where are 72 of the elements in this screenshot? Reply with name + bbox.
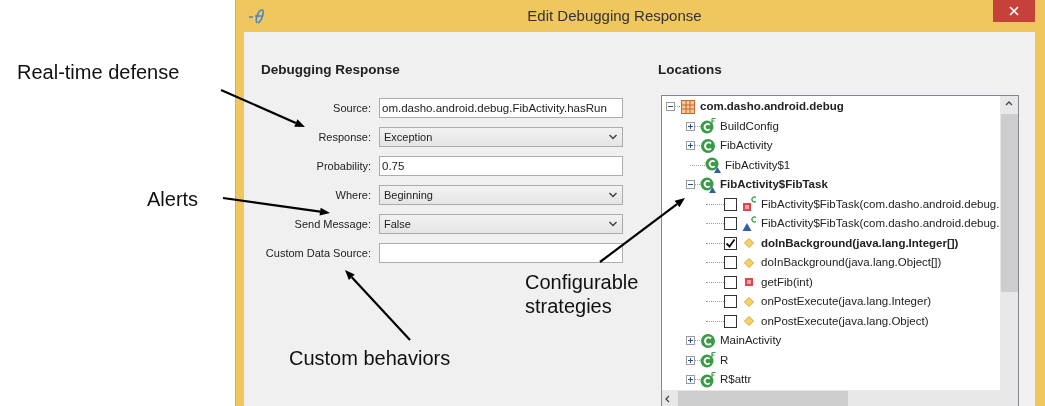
- expand-toggle[interactable]: [686, 141, 695, 151]
- tree-item[interactable]: R: [720, 351, 729, 369]
- tree-item[interactable]: MainActivity: [720, 332, 782, 350]
- class-icon: [700, 118, 716, 135]
- tree-item[interactable]: BuildConfig: [720, 117, 779, 135]
- dropdown[interactable]: Beginning: [379, 185, 623, 205]
- package-icon: [680, 98, 696, 115]
- tree-item[interactable]: FibActivity$1: [725, 156, 791, 174]
- expand-toggle[interactable]: [666, 102, 675, 112]
- plus-icon: [687, 122, 694, 130]
- tree-item[interactable]: com.dasho.android.debug: [700, 98, 844, 116]
- class-icon: [700, 352, 716, 369]
- tree-item[interactable]: FibActivity: [720, 137, 773, 155]
- input-field[interactable]: 0.75: [379, 156, 623, 176]
- chevron-down-icon: [608, 191, 618, 199]
- field-label: Response:: [317, 130, 371, 145]
- tree-item[interactable]: onPostExecute(java.lang.Integer): [761, 293, 932, 311]
- chevron-down-icon: [608, 133, 618, 141]
- field-label: Source:: [332, 101, 371, 116]
- plus-icon: [687, 142, 694, 150]
- expand-toggle[interactable]: [686, 121, 695, 131]
- dropdown[interactable]: Exception: [379, 127, 623, 147]
- tree-item[interactable]: doInBackground(java.lang.Integer[]): [761, 234, 959, 252]
- field-label: Where:: [334, 188, 371, 203]
- close-button[interactable]: [993, 0, 1035, 22]
- field-label: Custom Data Source:: [264, 246, 371, 261]
- close-icon: [1008, 5, 1020, 17]
- checkbox[interactable]: [724, 314, 737, 328]
- expand-toggle[interactable]: [686, 375, 695, 385]
- section-heading: Debugging Response: [261, 61, 401, 79]
- tree-item[interactable]: getFib(int): [761, 273, 813, 291]
- checkbox[interactable]: [724, 236, 737, 250]
- window-title: Edit Debugging Response: [526, 5, 703, 26]
- tree-item[interactable]: FibActivity$FibTask(com.dasho.android.debug.: [761, 215, 1000, 233]
- checkbox[interactable]: [724, 295, 737, 309]
- callout-label: Real-time defense: [17, 60, 180, 85]
- tree-item[interactable]: doInBackground(java.lang.Object[]): [761, 254, 942, 272]
- class-icon: [700, 371, 716, 388]
- tree-item[interactable]: R$attr: [720, 371, 752, 389]
- plus-icon: [687, 337, 694, 345]
- checkbox[interactable]: [724, 256, 737, 270]
- tree-item[interactable]: onPostExecute(java.lang.Object): [761, 312, 929, 330]
- checkbox[interactable]: [724, 275, 737, 289]
- arrow: [345, 270, 411, 341]
- scrollbar[interactable]: [662, 389, 1018, 406]
- app-icon: [248, 7, 266, 25]
- callout-label: Alerts: [147, 187, 199, 212]
- field-label: Probability:: [315, 159, 371, 174]
- tree-item[interactable]: FibActivity$FibTask: [720, 176, 828, 194]
- dropdown[interactable]: False: [379, 214, 623, 234]
- callout-label: Custom behaviors: [289, 346, 451, 371]
- class-icon: [700, 137, 716, 154]
- field-label: Send Message:: [293, 217, 371, 232]
- input-field[interactable]: [379, 243, 623, 263]
- class-icon: [700, 176, 716, 193]
- expand-toggle[interactable]: [686, 355, 695, 365]
- plus-icon: [687, 376, 694, 384]
- constructor-icon: [741, 196, 757, 213]
- class-icon: [700, 332, 716, 349]
- input-field[interactable]: om.dasho.android.debug.FibActivity.hasRun: [379, 98, 623, 118]
- class-icon: [705, 157, 721, 174]
- checkbox[interactable]: [724, 217, 737, 231]
- callout-label: Configurable strategies: [525, 270, 640, 319]
- scrollbar[interactable]: [1000, 96, 1018, 390]
- plus-icon: [687, 356, 694, 364]
- expand-toggle[interactable]: [686, 180, 695, 190]
- chevron-down-icon: [608, 220, 618, 228]
- section-heading: Locations: [658, 61, 723, 79]
- tree-item[interactable]: FibActivity$FibTask(com.dasho.android.debug.: [761, 195, 1000, 213]
- constructor-icon: [741, 215, 757, 232]
- checkbox[interactable]: [724, 197, 737, 211]
- expand-toggle[interactable]: [686, 336, 695, 346]
